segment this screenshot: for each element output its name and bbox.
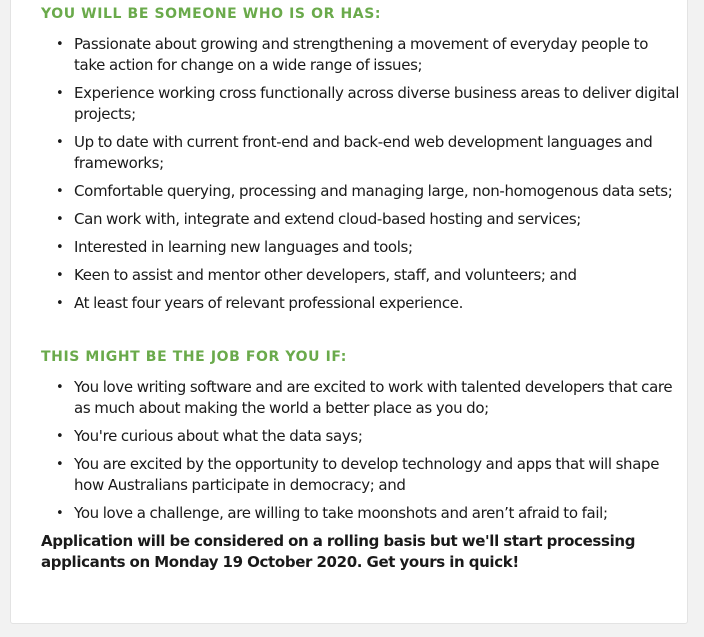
bullet-icon: • [56,457,64,472]
list-item: • Experience working cross functionally a… [56,84,680,123]
requirements-list: • Passionate about growing and strengthen… [41,34,681,314]
content-card: YOU WILL BE SOMEONE WHO IS OR HAS: • Pass… [10,0,688,624]
section-heading-fit: THIS MIGHT BE THE JOB FOR YOU IF: [41,349,347,365]
list-item: • You are excited by the opportunity to d… [56,455,660,494]
list-item: • Up to date with current front-end and b… [56,133,653,172]
list-item: • You're curious about what the data says… [56,427,363,445]
section-heading-requirements: YOU WILL BE SOMEONE WHO IS OR HAS: [41,6,382,22]
closing-note: Application will be considered on a roll… [41,532,636,571]
list-item: • Interested in learning new languages an… [56,238,413,256]
bullet-icon: • [56,37,64,52]
list-item: • At least four years of relevant profess… [56,294,464,312]
bullet-icon: • [56,296,64,311]
list-item: • Keen to assist and mentor other develop… [56,266,577,284]
list-item: • Comfortable querying, processing and ma… [56,182,673,200]
bullet-icon: • [56,212,64,227]
bullet-icon: • [56,86,64,101]
bullet-icon: • [56,380,64,395]
job-description: YOU WILL BE SOMEONE WHO IS OR HAS: • Pass… [41,5,681,573]
list-item: • You love writing software and are excit… [56,378,673,417]
bullet-icon: • [56,184,64,199]
fit-list: • You love writing software and are excit… [41,377,681,524]
bullet-icon: • [56,506,64,521]
list-item: • Passionate about growing and strengthen… [56,35,649,74]
bullet-icon: • [56,135,64,150]
bullet-icon: • [56,429,64,444]
list-item: • Can work with, integrate and extend clo… [56,210,582,228]
bullet-icon: • [56,240,64,255]
list-item: • You love a challenge, are willing to ta… [56,504,608,522]
bullet-icon: • [56,268,64,283]
